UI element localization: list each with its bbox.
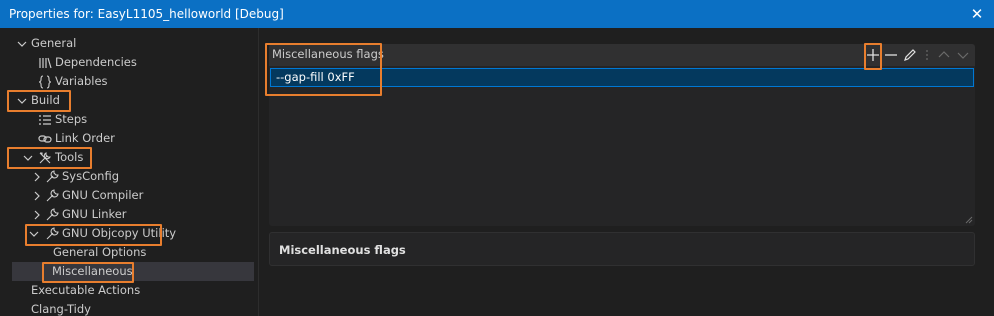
tree-item-clang-tidy[interactable]: Clang-Tidy: [12, 300, 254, 316]
flag-value: --gap-fill 0xFF: [276, 70, 355, 84]
tree-label-variables: Variables: [55, 74, 108, 88]
library-icon: [39, 57, 52, 69]
properties-tree: General Dependencies Variables Build Ste…: [0, 28, 258, 316]
tree-item-gnu-linker[interactable]: GNU Linker: [12, 205, 254, 224]
close-icon[interactable]: ✕: [968, 4, 986, 24]
tree-item-general[interactable]: General: [12, 34, 254, 53]
misc-flags-header: Miscellaneous flags: [269, 44, 975, 66]
wrench-icon: [46, 189, 59, 202]
tree-item-miscellaneous[interactable]: Miscellaneous: [12, 262, 254, 281]
tree-label-steps: Steps: [55, 112, 88, 126]
tree-label-gnu-linker: GNU Linker: [62, 207, 127, 221]
tree-label-general: General: [31, 36, 77, 50]
remove-icon[interactable]: [883, 47, 899, 63]
tree-item-gnu-compiler[interactable]: GNU Compiler: [12, 186, 254, 205]
flag-list-item[interactable]: --gap-fill 0xFF: [270, 68, 974, 87]
tree-label-link-order: Link Order: [55, 131, 115, 145]
chevron-right-icon: [34, 172, 40, 182]
tree-label-gnu-objcopy: GNU Objcopy Utility: [62, 226, 177, 240]
tools-icon: [39, 152, 51, 164]
move-down-icon[interactable]: [955, 47, 971, 63]
tree-label-tools: Tools: [55, 150, 84, 164]
chevron-down-icon: [17, 98, 27, 104]
chevron-down-icon: [29, 231, 39, 237]
add-icon[interactable]: [865, 47, 881, 63]
settings-pane: Miscellaneous flags --gap-fill 0xFF Misc…: [259, 28, 994, 316]
move-up-icon[interactable]: [936, 47, 952, 63]
tree-item-sysconfig[interactable]: SysConfig: [12, 167, 254, 186]
tree-item-tools[interactable]: Tools: [12, 148, 254, 167]
tree-label-clang-tidy: Clang-Tidy: [31, 302, 91, 316]
tree-item-steps[interactable]: Steps: [12, 110, 254, 129]
window-title: Properties for: EasyL1105_helloworld [De…: [9, 7, 284, 21]
tree-item-general-options[interactable]: General Options: [12, 243, 254, 262]
edit-icon[interactable]: [902, 47, 918, 63]
wrench-icon: [46, 208, 59, 221]
tree-label-general-options: General Options: [53, 245, 147, 259]
tree-item-executable-actions[interactable]: Executable Actions: [12, 281, 254, 300]
tree-label-executable-actions: Executable Actions: [31, 283, 141, 297]
description-title: Miscellaneous flags: [279, 243, 406, 257]
chevron-right-icon: [34, 191, 40, 201]
window-titlebar: Properties for: EasyL1105_helloworld [De…: [0, 0, 994, 28]
tree-item-link-order[interactable]: Link Order: [12, 129, 254, 148]
chevron-down-icon: [17, 41, 27, 47]
tree-label-gnu-compiler: GNU Compiler: [62, 188, 144, 202]
wrench-icon: [46, 170, 59, 183]
braces-icon: [38, 75, 52, 89]
description-box: Miscellaneous flags: [269, 232, 975, 266]
tree-label-dependencies: Dependencies: [55, 55, 137, 69]
chevron-down-icon: [23, 155, 33, 161]
wrench-icon: [46, 227, 59, 240]
resize-grip-icon[interactable]: [965, 216, 973, 224]
misc-flags-title: Miscellaneous flags: [272, 47, 384, 61]
tree-item-variables[interactable]: Variables: [12, 72, 254, 91]
list-icon: [39, 115, 51, 125]
link-icon: [38, 135, 52, 143]
chevron-right-icon: [34, 210, 40, 220]
tree-item-gnu-objcopy[interactable]: GNU Objcopy Utility: [12, 224, 254, 243]
tree-item-build[interactable]: Build: [12, 91, 254, 110]
tree-item-dependencies[interactable]: Dependencies: [12, 53, 254, 72]
tree-label-build: Build: [31, 93, 60, 107]
more-icon[interactable]: [919, 47, 935, 63]
misc-flags-panel: Miscellaneous flags --gap-fill 0xFF: [269, 44, 975, 226]
tree-label-sysconfig: SysConfig: [62, 169, 119, 183]
tree-label-miscellaneous: Miscellaneous: [52, 264, 133, 278]
